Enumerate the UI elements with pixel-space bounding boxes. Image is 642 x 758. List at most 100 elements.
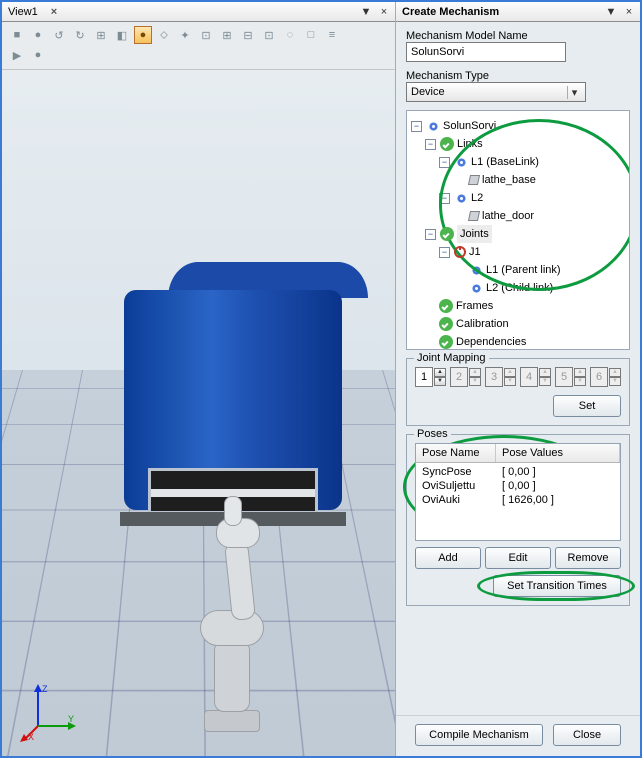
view-toolbar: ■●↺↻⊞◧●⬦✦⊡⊞⊟⊡◌□≡ ▶● (2, 22, 395, 70)
check-icon (439, 299, 453, 313)
poses-title: Poses (414, 428, 451, 440)
tree-link-l1-child[interactable]: lathe_base (411, 171, 625, 189)
toolbar-icon[interactable]: ● (29, 46, 47, 64)
gear-icon (469, 263, 483, 277)
tree-frames[interactable]: Frames (411, 297, 625, 315)
panel-dropdown-icon[interactable]: ▼ (604, 5, 618, 19)
view-tab-close-icon[interactable]: × (48, 6, 60, 18)
expand-icon[interactable]: − (439, 193, 450, 204)
expand-icon[interactable]: − (425, 139, 436, 150)
toolbar-icon[interactable]: ■ (8, 26, 26, 44)
tree-joints[interactable]: − Joints (411, 225, 625, 243)
check-icon (439, 335, 453, 349)
joint-mapping-title: Joint Mapping (414, 352, 489, 364)
mechanism-tree[interactable]: − SolunSorvi − Links − L1 (BaseLink) (406, 110, 630, 350)
gear-icon (454, 155, 468, 169)
tree-joint-child[interactable]: L2 (Child link) (411, 279, 625, 297)
toolbar-icon[interactable]: ⬦ (155, 26, 173, 44)
tree-link-l2-child[interactable]: lathe_door (411, 207, 625, 225)
toolbar-icon[interactable]: ↺ (50, 26, 68, 44)
gear-icon (454, 191, 468, 205)
expand-icon[interactable]: − (425, 229, 436, 240)
mechanism-type-value: Device (411, 86, 445, 98)
poses-col-name[interactable]: Pose Name (416, 444, 496, 462)
toolbar-icon[interactable]: ● (134, 26, 152, 44)
joint-spinner-6: 6▲▼ (590, 367, 621, 387)
gear-icon (426, 119, 440, 133)
toolbar-icon[interactable]: ◧ (113, 26, 131, 44)
view-close-icon[interactable]: × (377, 5, 391, 19)
expand-icon[interactable]: − (439, 157, 450, 168)
poses-table[interactable]: Pose Name Pose Values SyncPose[ 0,00 ]Ov… (415, 443, 621, 541)
create-mechanism-pane: Create Mechanism ▼ × Mechanism Model Nam… (396, 2, 640, 756)
joint-icon (454, 246, 466, 258)
toolbar-icon[interactable]: ⊞ (218, 26, 236, 44)
toolbar-icon[interactable]: ⊟ (239, 26, 257, 44)
view3d-pane: View1 × ▼ × ■●↺↻⊞◧●⬦✦⊡⊞⊟⊡◌□≡ ▶● (2, 2, 396, 756)
joint-spinner-1[interactable]: 1▲▼ (415, 367, 446, 387)
model-name-input[interactable] (406, 42, 566, 62)
panel-header: Create Mechanism ▼ × (396, 2, 640, 22)
gear-icon (469, 281, 483, 295)
toolbar-icon[interactable]: ◌ (281, 26, 299, 44)
toolbar-icon[interactable]: ⊞ (92, 26, 110, 44)
joint-spinner-3: 3▲▼ (485, 367, 516, 387)
chevron-down-icon: ▾ (567, 86, 581, 99)
set-transition-times-button[interactable]: Set Transition Times (493, 575, 621, 597)
joint-mapping-group: Joint Mapping 1▲▼2▲▼3▲▼4▲▼5▲▼6▲▼ Set (406, 358, 630, 426)
tree-root[interactable]: − SolunSorvi (411, 117, 625, 135)
view-dropdown-icon[interactable]: ▼ (359, 5, 373, 19)
toolbar-icon[interactable]: ⊡ (260, 26, 278, 44)
tree-link-l1[interactable]: − L1 (BaseLink) (411, 153, 625, 171)
toolbar-icon[interactable]: ≡ (323, 26, 341, 44)
pose-row[interactable]: OviAuki[ 1626,00 ] (416, 493, 620, 507)
panel-title: Create Mechanism (400, 6, 505, 18)
lathe-model (112, 262, 312, 512)
robot-model (164, 500, 284, 750)
model-name-label: Mechanism Model Name (406, 30, 630, 42)
tree-dependencies[interactable]: Dependencies (411, 333, 625, 350)
mechanism-type-label: Mechanism Type (406, 70, 630, 82)
set-button[interactable]: Set (553, 395, 621, 417)
toolbar-icon[interactable]: ↻ (71, 26, 89, 44)
check-icon (439, 317, 453, 331)
remove-button[interactable]: Remove (555, 547, 621, 569)
tree-links[interactable]: − Links (411, 135, 625, 153)
close-button[interactable]: Close (553, 724, 621, 746)
toolbar-icon[interactable]: ⊡ (197, 26, 215, 44)
block-icon (468, 211, 480, 221)
edit-button[interactable]: Edit (485, 547, 551, 569)
expand-icon[interactable]: − (439, 247, 450, 258)
joint-spinner-5: 5▲▼ (555, 367, 586, 387)
view3d-canvas[interactable]: Z Y X (2, 70, 395, 756)
check-icon (440, 137, 454, 151)
tree-calibration[interactable]: Calibration (411, 315, 625, 333)
joint-spinner-4: 4▲▼ (520, 367, 551, 387)
toolbar-icon[interactable]: ✦ (176, 26, 194, 44)
tree-joint-j1[interactable]: − J1 (411, 243, 625, 261)
svg-text:Z: Z (42, 684, 48, 694)
compile-mechanism-button[interactable]: Compile Mechanism (415, 724, 543, 746)
tree-joint-parent[interactable]: L1 (Parent link) (411, 261, 625, 279)
tree-link-l2[interactable]: − L2 (411, 189, 625, 207)
poses-col-values[interactable]: Pose Values (496, 444, 620, 462)
panel-footer: Compile Mechanism Close (396, 715, 640, 756)
poses-header: Pose Name Pose Values (416, 444, 620, 463)
add-button[interactable]: Add (415, 547, 481, 569)
toolbar-icon[interactable]: ▶ (8, 46, 26, 64)
poses-group: Poses Pose Name Pose Values SyncPose[ 0,… (406, 434, 630, 606)
svg-text:X: X (28, 732, 34, 742)
svg-text:Y: Y (68, 714, 74, 724)
block-icon (468, 175, 480, 185)
joint-spinner-2: 2▲▼ (450, 367, 481, 387)
view-tab-header: View1 × ▼ × (2, 2, 395, 22)
view-tab-title[interactable]: View1 (6, 6, 44, 18)
toolbar-icon[interactable]: ● (29, 26, 47, 44)
expand-icon[interactable]: − (411, 121, 422, 132)
mechanism-type-combo[interactable]: Device ▾ (406, 82, 586, 102)
panel-close-icon[interactable]: × (622, 5, 636, 19)
toolbar-icon[interactable]: □ (302, 26, 320, 44)
axis-gizmo: Z Y X (18, 682, 78, 742)
pose-row[interactable]: SyncPose[ 0,00 ] (416, 465, 620, 479)
pose-row[interactable]: OviSuljettu[ 0,00 ] (416, 479, 620, 493)
